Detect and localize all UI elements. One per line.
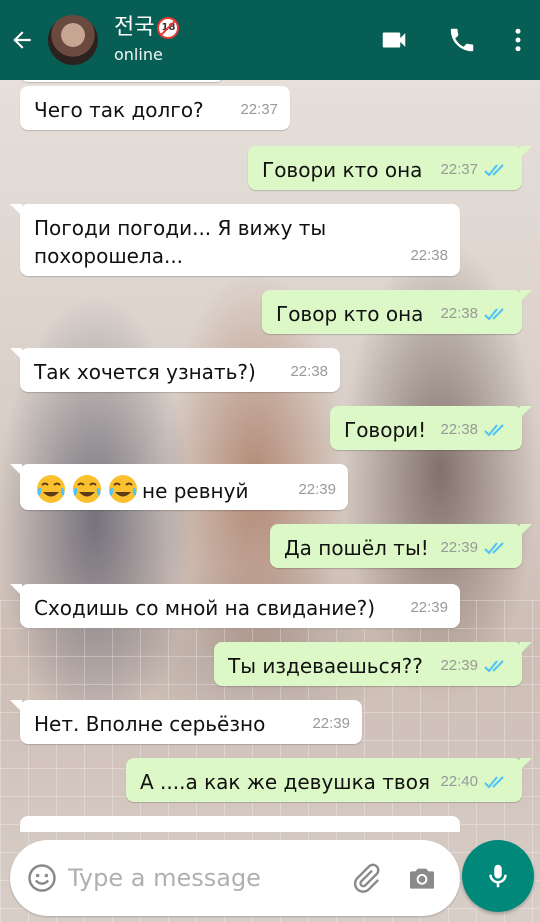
message-text: Говори кто она [262,158,423,182]
message-text: Да пошёл ты! [284,536,429,560]
message-bubble-incoming[interactable]: Так хочется узнать?) 22:38 [10,348,340,392]
message-bubble-incoming[interactable]: не ревнуй 22:39 [10,464,348,510]
message-bubble-partial [20,80,224,82]
contact-avatar[interactable] [48,15,98,65]
vertical-dots-icon [515,28,521,52]
message-text: не ревнуй [142,479,249,503]
message-bubble-outgoing[interactable]: Говори! 22:38 [330,406,532,450]
more-options-button[interactable] [496,0,540,80]
message-time: 22:39 [312,715,350,732]
double-check-read-icon [484,542,504,555]
double-check-read-icon [484,424,504,437]
message-meta: 22:38 [410,242,448,270]
message-meta: 22:39 [410,594,448,622]
message-time: 22:37 [240,101,278,118]
double-check-read-icon [484,660,504,673]
message-text: А ....а как же девушка твоя [140,770,430,794]
message-bubble-outgoing[interactable]: Говори кто она 22:37 [248,146,532,190]
age-18-badge-icon: 18 [157,17,180,39]
microphone-icon [489,864,507,888]
chat-header: 전국 18 online [0,0,540,80]
message-bubble-incoming[interactable]: Погоди погоди... Я вижу ты похорошела...… [10,204,460,276]
message-time: 22:38 [440,305,478,322]
message-time: 22:38 [440,421,478,438]
header-actions [360,0,540,80]
message-bubble-incoming[interactable]: Сходишь со мной на свидание?) 22:39 [10,584,460,628]
message-time: 22:39 [410,599,448,616]
emoji-button[interactable] [16,840,68,916]
message-text: Погоди погоди... Я вижу ты похорошела... [34,216,327,268]
message-meta: 22:38 [440,416,510,444]
message-meta: 22:37 [440,156,510,184]
message-time: 22:38 [410,247,448,264]
message-time: 22:39 [440,539,478,556]
message-meta: 22:39 [440,534,510,562]
message-meta: 22:37 [240,96,278,124]
message-meta: 22:39 [440,652,510,680]
message-bubble-incoming[interactable]: Чего так долго? 22:37 [20,86,290,130]
message-time: 22:38 [290,363,328,380]
video-camera-icon [382,32,406,48]
message-bubble-outgoing[interactable]: Говор кто она 22:38 [262,290,532,334]
camera-icon [410,868,434,889]
message-time: 22:37 [440,161,478,178]
voice-call-button[interactable] [428,0,496,80]
message-bubble-outgoing[interactable]: А ....а как же девушка твоя 22:40 [126,758,532,802]
phone-icon [450,28,474,52]
contact-status: online [114,45,163,64]
message-text: Сходишь со мной на свидание?) [34,596,376,620]
face-with-tears-of-joy-icon [109,475,137,503]
message-bubble-incoming[interactable]: Нет. Вполне серьёзно 22:39 [10,700,362,744]
double-check-read-icon [484,308,504,321]
message-bubble-outgoing[interactable]: Да пошёл ты! 22:39 [270,524,532,568]
contact-name-text: 전국 [114,15,155,40]
message-input[interactable] [68,864,338,892]
message-list[interactable]: Чего так долго? 22:37 Говори кто она 22:… [0,80,540,832]
message-text: Чего так долго? [34,98,204,122]
double-check-read-icon [484,776,504,789]
message-meta: 22:39 [312,710,350,738]
message-composer [10,840,460,916]
camera-button[interactable] [394,840,450,916]
message-bubble-partial [20,816,460,832]
voice-record-button[interactable] [462,840,534,912]
message-text: Так хочется узнать?) [34,360,256,384]
video-call-button[interactable] [360,0,428,80]
arrow-left-icon [13,31,31,49]
message-meta: 22:39 [298,476,336,504]
message-text: Говор кто она [276,302,424,326]
face-with-tears-of-joy-icon [73,475,101,503]
message-time: 22:39 [440,657,478,674]
message-time: 22:40 [440,773,478,790]
message-text: Ты издеваешься?? [228,654,423,678]
message-meta: 22:40 [440,768,510,796]
message-bubble-outgoing[interactable]: Ты издеваешься?? 22:39 [214,642,532,686]
message-meta: 22:38 [290,358,328,386]
message-text: Говори! [344,418,427,442]
message-meta: 22:38 [440,300,510,328]
message-text: Нет. Вполне серьёзно [34,712,266,736]
smiley-icon [28,864,56,892]
contact-name: 전국 18 [114,14,180,42]
double-check-read-icon [484,164,504,177]
message-time: 22:39 [298,481,336,498]
contact-info[interactable]: 전국 18 online [114,14,180,66]
face-with-tears-of-joy-icon [37,475,65,503]
back-button[interactable] [0,0,44,80]
attach-button[interactable] [338,840,394,916]
paperclip-icon [353,863,380,893]
